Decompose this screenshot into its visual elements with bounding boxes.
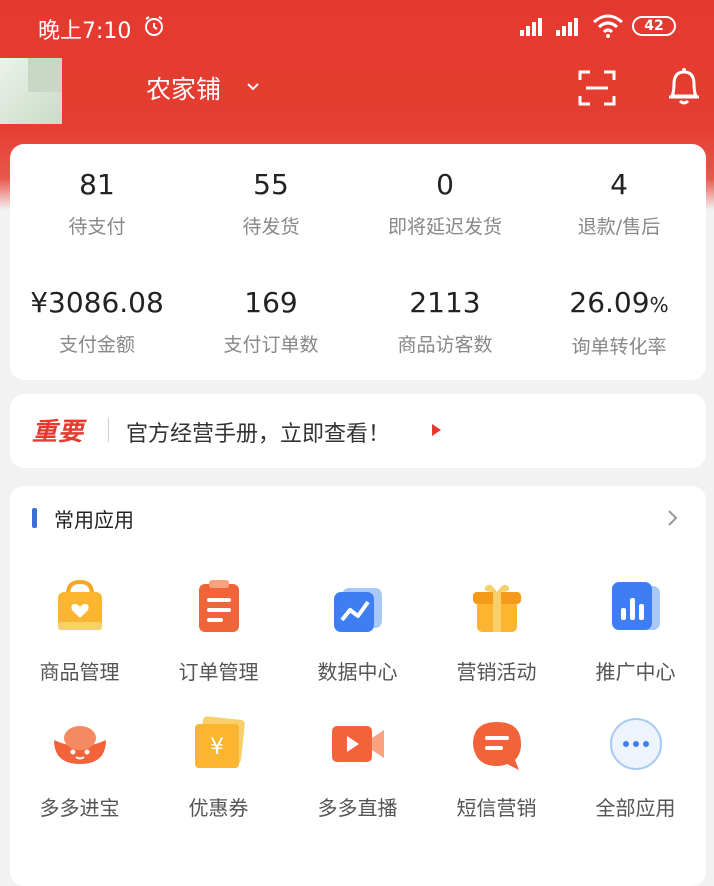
wifi-icon [593,14,623,38]
coupon-icon: ¥ [194,716,245,768]
app-order-management[interactable]: 订单管理 [149,578,288,685]
stat-value: 2113 [409,286,481,319]
stat-value: 169 [244,286,298,319]
app-label: 数据中心 [317,660,398,684]
stats-card: 81 待支付 55 待发货 0 即将延迟发货 4 退款/售后 ¥3086.08 … [10,144,706,380]
signal-icon [520,18,542,36]
stat-value: 0 [436,168,454,201]
app-label: 推广中心 [595,660,676,684]
data-chart-icon [333,588,382,632]
notice-banner[interactable]: 重要 官方经营手册，立即查看！ [10,394,706,468]
battery-indicator: 42 [632,16,676,36]
order-clipboard-icon [198,580,239,632]
stat-pending-payment[interactable]: 81 待支付 [10,168,184,239]
stat-value: 55 [253,168,289,201]
video-camera-icon [331,726,384,762]
stat-value: ¥3086.08 [30,286,164,319]
stat-value-wrap: 26.09% [532,286,706,322]
signal-icon-2 [556,18,578,36]
app-product-management[interactable]: 商品管理 [10,578,149,685]
status-bar: 晚上7:10 42 [0,0,714,54]
stat-payment-amount[interactable]: ¥3086.08 支付金额 [10,286,184,357]
app-label: 短信营销 [456,796,537,820]
stat-value: 81 [79,168,115,201]
section-marker [32,508,37,528]
chevron-right-icon[interactable] [666,508,680,528]
stat-visitors[interactable]: 2113 商品访客数 [358,286,532,357]
app-all-apps[interactable]: 全部应用 [566,714,705,821]
stat-label: 商品访客数 [397,334,493,356]
svg-text:¥: ¥ [210,735,224,760]
app-label: 订单管理 [178,660,259,684]
stat-label: 支付订单数 [223,334,319,356]
app-label: 多多直播 [317,796,398,820]
stat-label: 即将延迟发货 [387,216,502,238]
stat-label: 待支付 [68,216,126,238]
stat-label: 退款/售后 [577,216,661,238]
bar-chart-icon [611,582,660,630]
app-label: 全部应用 [595,796,676,820]
more-dots-icon [609,718,662,770]
battery-level: 42 [644,18,664,34]
app-duoduo-jinbao[interactable]: 多多进宝 [10,714,149,821]
stat-unit: % [649,293,669,317]
avatar[interactable] [0,58,62,124]
message-bubble-icon [472,722,521,770]
app-marketing-activity[interactable]: 营销活动 [427,578,566,685]
stat-delayed-shipment[interactable]: 0 即将延迟发货 [358,168,532,239]
app-promotion-center[interactable]: 推广中心 [566,578,705,685]
app-label: 优惠券 [188,796,249,820]
notice-tag: 重要 [32,417,85,446]
shopping-bag-icon [57,579,102,630]
notice-text: 官方经营手册，立即查看！ [126,422,391,447]
section-title: 常用应用 [54,508,134,532]
stat-refunds[interactable]: 4 退款/售后 [532,168,706,239]
stat-label: 询单转化率 [571,336,667,358]
scan-icon[interactable] [578,70,616,106]
chevron-down-icon[interactable] [246,80,260,94]
bell-icon[interactable] [666,66,702,106]
stat-pending-shipment[interactable]: 55 待发货 [184,168,358,239]
app-live-streaming[interactable]: 多多直播 [288,714,427,821]
stat-conversion-rate[interactable]: 26.09% 询单转化率 [532,286,706,359]
app-sms-marketing[interactable]: 短信营销 [427,714,566,821]
common-apps-card: 常用应用 商品管理 订单管理 数据中心 营销活动 推广中心 多多进宝 ¥ 优惠券… [10,486,706,886]
alarm-icon [145,16,163,36]
status-time: 晚上7:10 [38,19,132,44]
gift-box-icon [472,584,521,632]
app-label: 营销活动 [456,660,537,684]
stat-value: 26.09 [569,286,650,319]
divider [108,418,109,442]
stat-label: 支付金额 [58,334,135,356]
stat-value: 4 [610,168,628,201]
app-label: 多多进宝 [39,796,120,820]
shop-name[interactable]: 农家铺 [146,70,221,106]
play-icon [432,424,441,436]
app-label: 商品管理 [39,660,120,684]
stat-label: 待发货 [242,216,300,238]
stat-paid-orders[interactable]: 169 支付订单数 [184,286,358,357]
app-data-center[interactable]: 数据中心 [288,578,427,685]
ingot-icon [53,726,106,764]
app-coupons[interactable]: ¥ 优惠券 [149,714,288,821]
